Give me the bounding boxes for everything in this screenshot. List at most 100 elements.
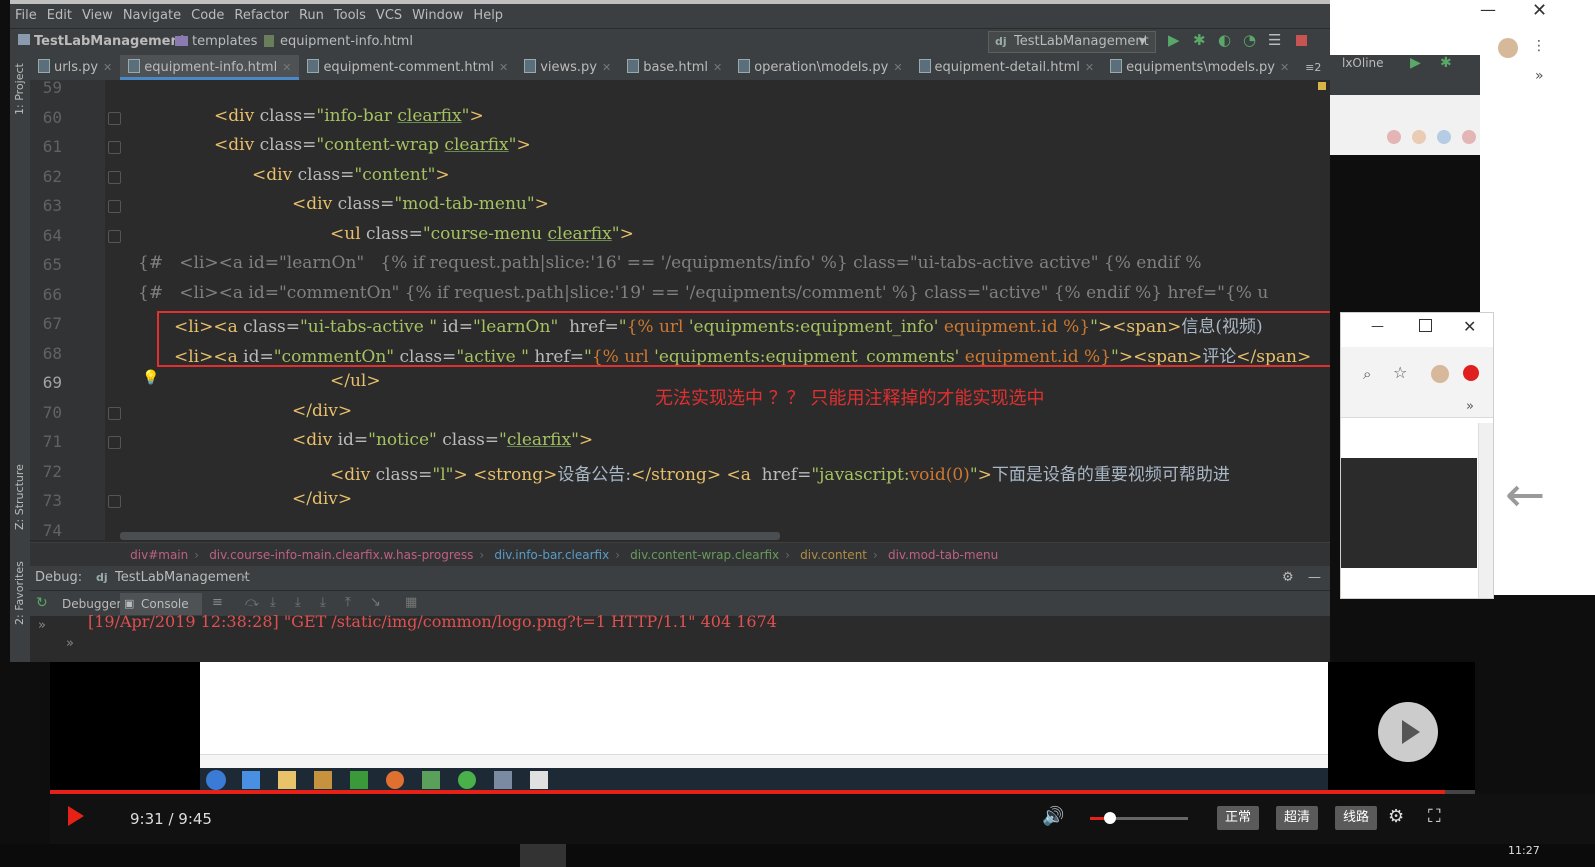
bookmark-icon[interactable] bbox=[1387, 130, 1401, 144]
close-icon[interactable]: ✕ bbox=[103, 61, 112, 74]
close-icon[interactable]: ✕ bbox=[1085, 61, 1094, 74]
tab-equipment-info-html[interactable]: equipment-info.html ✕ bbox=[120, 55, 300, 80]
more-icon[interactable]: ⋮ bbox=[1532, 38, 1546, 54]
fold-marker-icon[interactable] bbox=[108, 436, 121, 449]
close-icon[interactable]: ✕ bbox=[1463, 317, 1476, 336]
close-icon[interactable]: ✕ bbox=[499, 61, 508, 74]
menu-help[interactable]: Help bbox=[468, 4, 508, 28]
step-over-icon[interactable]: ⤼ bbox=[245, 595, 259, 610]
fullscreen-icon[interactable]: ⛶ bbox=[1428, 806, 1441, 827]
chevron-right-icon[interactable]: » bbox=[1466, 399, 1474, 414]
tab-operation-models-py[interactable]: operation\models.py ✕ bbox=[730, 55, 910, 80]
close-icon[interactable]: ✕ bbox=[713, 61, 722, 74]
tag-path-item[interactable]: div#main bbox=[124, 543, 194, 567]
tabs-overflow-button[interactable]: ≡2 bbox=[1297, 55, 1329, 80]
editor-vertical-scrollbar[interactable] bbox=[1315, 80, 1330, 540]
big-play-icon[interactable] bbox=[1378, 702, 1438, 762]
tab-equipment-comment-html[interactable]: equipment-comment.html ✕ bbox=[299, 55, 516, 80]
close-icon[interactable]: ✕ bbox=[602, 61, 611, 74]
debug-icon[interactable]: ✱ bbox=[1193, 31, 1206, 49]
close-icon[interactable]: ✕ bbox=[1532, 0, 1547, 21]
route-button[interactable]: 线路 bbox=[1335, 806, 1378, 830]
fold-marker-icon[interactable] bbox=[108, 200, 121, 213]
tag-path-item[interactable]: div.info-bar.clearfix bbox=[488, 543, 615, 567]
close-icon[interactable]: ✕ bbox=[240, 566, 249, 590]
back-arrow-icon[interactable]: ← bbox=[1505, 470, 1565, 520]
run-icon[interactable]: ▶ bbox=[1410, 55, 1421, 71]
run-config-select[interactable]: dj TestLabManagement ▼ bbox=[988, 31, 1156, 53]
close-icon[interactable]: ✕ bbox=[282, 61, 291, 74]
minimize-icon[interactable]: — bbox=[1371, 319, 1384, 334]
gear-icon[interactable]: ⚙ bbox=[1282, 566, 1294, 590]
minimize-icon[interactable]: — bbox=[1480, 0, 1500, 22]
project-panel-toggle[interactable]: 1: Project bbox=[13, 63, 26, 115]
fold-marker-icon[interactable] bbox=[108, 495, 121, 508]
zoom-icon[interactable]: ⌕ bbox=[1363, 365, 1371, 383]
nav-file[interactable]: equipment-info.html bbox=[280, 29, 413, 55]
tab-equipment-detail-html[interactable]: equipment-detail.html ✕ bbox=[911, 55, 1103, 80]
run-icon[interactable]: ▶ bbox=[1168, 31, 1180, 49]
quality-hd-button[interactable]: 超清 bbox=[1276, 806, 1319, 830]
play-icon[interactable] bbox=[68, 806, 84, 826]
tag-path-item[interactable]: div.content-wrap.clearfix bbox=[624, 543, 785, 567]
tab-views-py[interactable]: views.py ✕ bbox=[516, 55, 619, 80]
tab-urls-py[interactable]: urls.py ✕ bbox=[30, 55, 120, 80]
fold-marker-icon[interactable] bbox=[108, 112, 121, 125]
volume-handle[interactable] bbox=[1104, 812, 1116, 824]
rerun-icon[interactable]: ↻ bbox=[36, 595, 48, 611]
menu-file[interactable]: File bbox=[10, 4, 42, 28]
fold-marker-icon[interactable] bbox=[108, 171, 121, 184]
extension-icon[interactable] bbox=[1463, 365, 1479, 381]
menu-window[interactable]: Window bbox=[407, 4, 468, 28]
menu-tools[interactable]: Tools bbox=[329, 4, 371, 28]
chevron-right-icon[interactable]: » bbox=[1535, 68, 1544, 84]
tab-base-html[interactable]: base.html ✕ bbox=[619, 55, 730, 80]
force-step-into-icon[interactable]: ⤓ bbox=[320, 595, 326, 610]
taskbar-active-app[interactable] bbox=[520, 844, 566, 867]
debug-icon[interactable]: ✱ bbox=[1440, 55, 1452, 71]
close-icon[interactable]: ✕ bbox=[1280, 61, 1289, 74]
menu-refactor[interactable]: Refactor bbox=[229, 4, 294, 28]
editor-horizontal-scrollbar[interactable] bbox=[120, 532, 780, 540]
menu-navigate[interactable]: Navigate bbox=[118, 4, 186, 28]
quality-normal-button[interactable]: 正常 bbox=[1217, 806, 1260, 830]
step-into-icon[interactable]: ⤓ bbox=[270, 595, 276, 610]
chrome-scrollbar[interactable] bbox=[1478, 423, 1493, 598]
warning-marker-icon[interactable] bbox=[1318, 82, 1326, 90]
tag-path-item[interactable]: div.course-info-main.clearfix.w.has-prog… bbox=[203, 543, 479, 567]
tag-path-item[interactable]: div.mod-tab-menu bbox=[882, 543, 1004, 567]
step-into-my-code-icon[interactable]: ⤓ bbox=[295, 595, 301, 610]
evaluate-icon[interactable]: ▦ bbox=[405, 595, 417, 610]
step-out-icon[interactable]: ⤒ bbox=[345, 595, 351, 610]
run-config-label[interactable]: lxOline bbox=[1342, 55, 1384, 71]
volume-icon[interactable]: 🔊 bbox=[1042, 806, 1064, 827]
structure-panel-toggle[interactable]: Z: Structure bbox=[13, 464, 26, 530]
menu-vcs[interactable]: VCS bbox=[371, 4, 407, 28]
chevron-right-icon[interactable]: » bbox=[66, 636, 74, 651]
code-editor[interactable]: 59 60 61 62 63 64 65 66 67 68 69 70 71 7… bbox=[30, 78, 1311, 540]
bookmark-icon[interactable] bbox=[1462, 130, 1476, 144]
list-icon[interactable]: ≡ bbox=[212, 595, 223, 610]
coverage-icon[interactable]: ◐ bbox=[1218, 31, 1231, 49]
debug-session-tab[interactable]: TestLabManagement bbox=[115, 566, 250, 590]
bookmark-icon[interactable] bbox=[1437, 130, 1451, 144]
tab-equipments-models-py[interactable]: equipments\models.py ✕ bbox=[1102, 55, 1297, 80]
bookmark-icon[interactable] bbox=[1412, 130, 1426, 144]
star-icon[interactable]: ☆ bbox=[1393, 363, 1407, 382]
lightbulb-icon[interactable]: 💡 bbox=[142, 370, 159, 386]
profile-icon[interactable]: ◔ bbox=[1243, 31, 1256, 49]
tag-path-item[interactable]: div.content bbox=[794, 543, 873, 567]
menu-edit[interactable]: Edit bbox=[42, 4, 77, 28]
avatar[interactable] bbox=[1498, 38, 1518, 58]
fold-marker-icon[interactable] bbox=[108, 407, 121, 420]
chevron-right-icon[interactable]: » bbox=[38, 618, 46, 633]
minimize-icon[interactable]: — bbox=[1308, 566, 1321, 590]
gear-icon[interactable]: ⚙ bbox=[1388, 806, 1404, 827]
maximize-icon[interactable] bbox=[1419, 319, 1432, 332]
build-icon[interactable]: ☰ bbox=[1268, 31, 1281, 49]
nav-project[interactable]: TestLabManagement bbox=[34, 29, 186, 55]
run-to-cursor-icon[interactable]: ↘ bbox=[370, 595, 381, 610]
menu-run[interactable]: Run bbox=[294, 4, 329, 28]
avatar[interactable] bbox=[1431, 365, 1449, 383]
nav-folder[interactable]: templates bbox=[192, 29, 257, 55]
